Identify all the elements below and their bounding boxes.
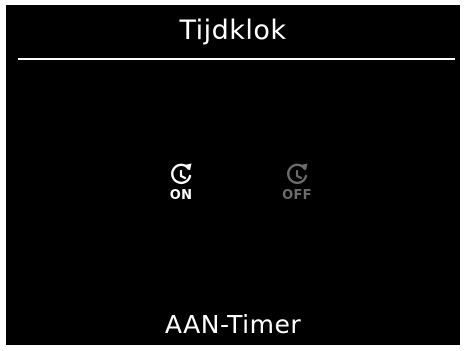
timer-off-option[interactable]: OFF (277, 161, 317, 207)
timer-off-clock-icon (287, 163, 308, 185)
title-divider (18, 58, 455, 60)
timer-on-option[interactable]: ON (161, 161, 201, 207)
page-title: Tijdklok (179, 15, 287, 46)
timer-screen: Tijdklok ON OFF AAN-Timer (6, 5, 460, 345)
selected-timer-status: AAN-Timer (164, 310, 302, 339)
timer-off-label: OFF (282, 188, 312, 203)
timer-on-clock-icon (171, 163, 192, 185)
timer-on-label: ON (169, 188, 193, 203)
